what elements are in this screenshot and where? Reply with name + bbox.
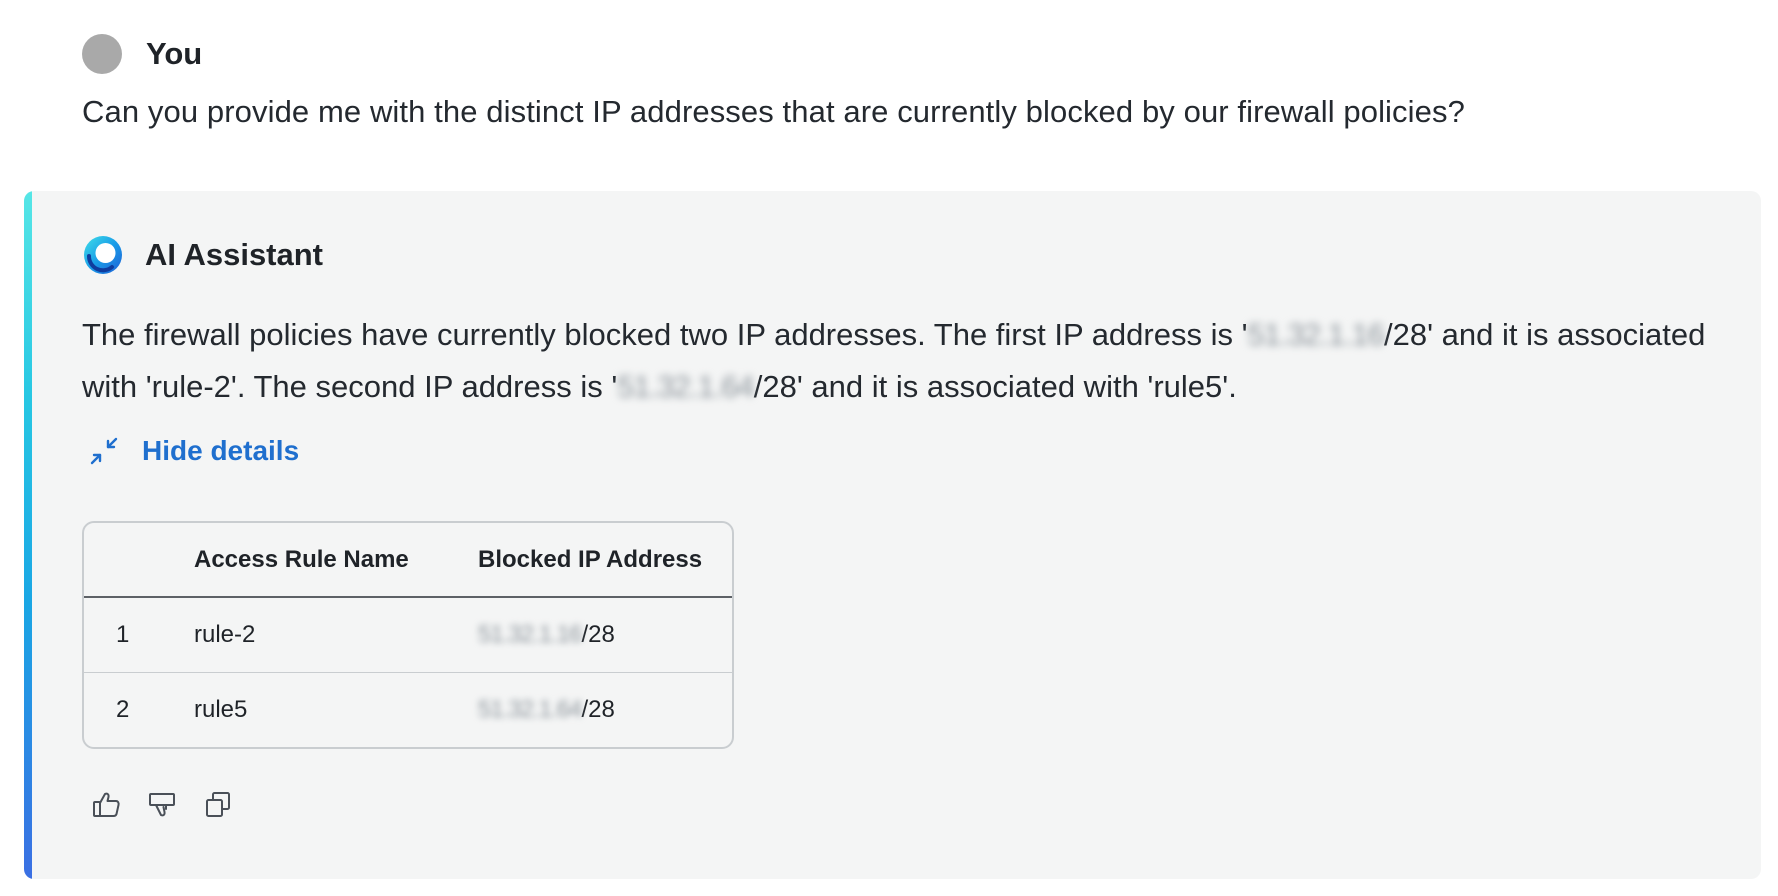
row-rule-name: rule5 [194, 696, 248, 723]
ip-suffix: /28 [581, 696, 615, 723]
redacted-ip-1: 51.32.1.16 [1247, 317, 1386, 352]
table-header-row: Access Rule Name Blocked IP Address [84, 523, 732, 598]
response-part-3: /28' and it is associated with 'rule5'. [753, 369, 1237, 404]
hide-details-button[interactable]: Hide details [88, 435, 299, 467]
row-rule-name: rule-2 [194, 621, 256, 648]
assistant-message-card: AI Assistant The firewall policies have … [24, 191, 1761, 879]
assistant-name: AI Assistant [145, 237, 324, 272]
user-message-text: Can you provide me with the distinct IP … [82, 94, 1465, 129]
ip-suffix: /28 [581, 621, 615, 648]
assistant-response-text: The firewall policies have currently blo… [82, 309, 1722, 413]
hide-details-label: Hide details [142, 435, 300, 466]
thumbs-down-icon[interactable] [146, 789, 178, 821]
response-part-1: The firewall policies have currently blo… [82, 317, 1248, 352]
redacted-ip: 51.32.1.64 [478, 696, 582, 723]
user-name: You [146, 36, 203, 71]
assistant-header: AI Assistant [82, 231, 323, 279]
avatar [82, 34, 122, 74]
redacted-ip: 51.32.1.16 [478, 621, 582, 648]
row-blocked-ip: 51.32.1.64/28 [478, 696, 732, 724]
collapse-icon [90, 437, 118, 465]
column-header-rule-name: Access Rule Name [194, 545, 409, 573]
column-header-blocked-ip: Blocked IP Address [478, 545, 703, 573]
redacted-ip-2: 51.32.1.64 [617, 369, 755, 404]
row-blocked-ip: 51.32.1.16/28 [478, 621, 732, 649]
ai-assistant-logo-icon [84, 236, 122, 274]
user-message-block: You Can you provide me with the distinct… [82, 30, 1682, 130]
row-index: 1 [116, 621, 130, 648]
accent-bar [24, 191, 32, 879]
blocked-ip-table: Access Rule Name Blocked IP Address 1 ru… [82, 521, 734, 749]
thumbs-up-icon[interactable] [90, 789, 122, 821]
copy-icon[interactable] [202, 789, 234, 821]
feedback-actions [90, 789, 234, 821]
table-row: 2 rule5 51.32.1.64/28 [84, 672, 732, 747]
user-header: You [82, 30, 1682, 78]
row-index: 2 [116, 696, 130, 723]
table-row: 1 rule-2 51.32.1.16/28 [84, 598, 732, 672]
